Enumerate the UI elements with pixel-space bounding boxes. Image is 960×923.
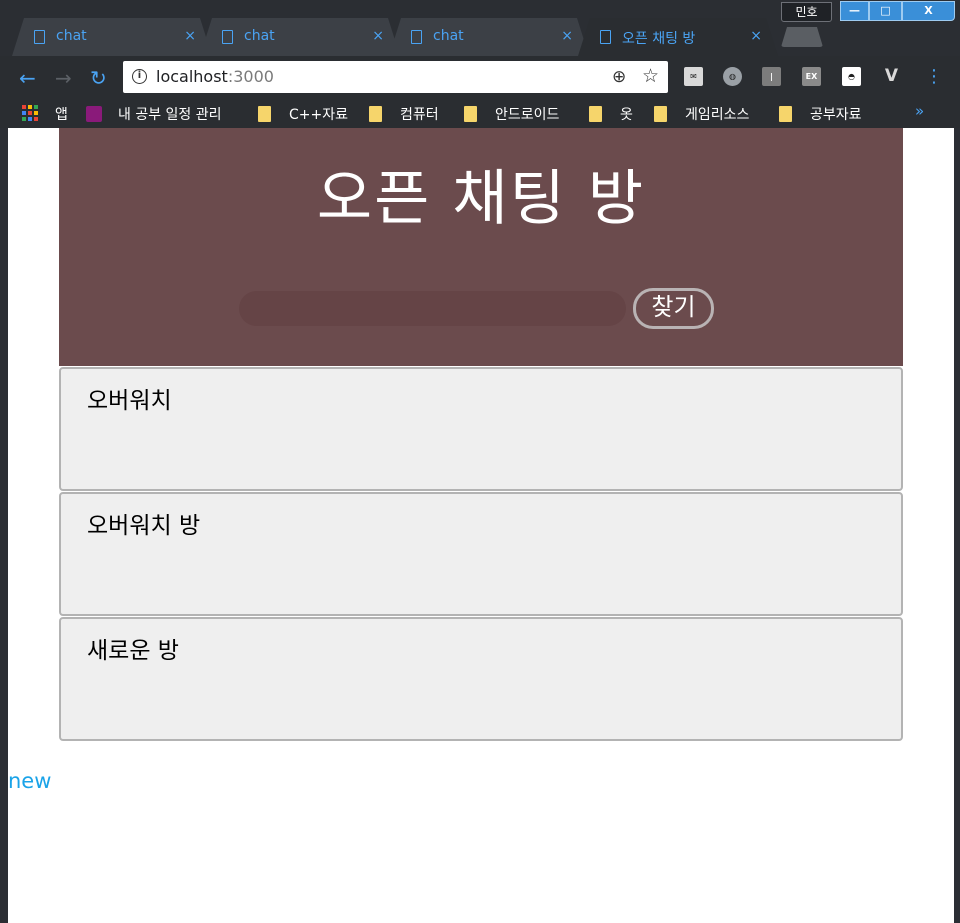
bookmark-apps[interactable]: 앱: [55, 104, 68, 123]
bookmark-folder-cpp[interactable]: C++자료: [258, 104, 348, 123]
folder-icon: [589, 106, 602, 122]
bookmark-folder-android[interactable]: 안드로이드: [464, 104, 560, 123]
browser-window: 민호 — □ X chat × chat × chat × 오픈 채팅 방 × …: [0, 0, 960, 923]
trello-icon: [86, 106, 102, 122]
room-name: 새로운 방: [87, 638, 179, 664]
bookmark-trello[interactable]: 내 공부 일정 관리: [86, 104, 222, 123]
bookmark-label: 내 공부 일정 관리: [118, 107, 222, 123]
tab-close-icon[interactable]: ×: [372, 28, 384, 44]
browser-menu-icon[interactable]: ⋮: [925, 66, 943, 87]
maximize-button[interactable]: □: [869, 1, 902, 21]
bookmark-label: 안드로이드: [495, 107, 560, 123]
mask-extension-icon[interactable]: ◓: [842, 67, 861, 86]
globe-extension-icon[interactable]: ◍: [723, 67, 742, 86]
minimize-button[interactable]: —: [840, 1, 869, 21]
tab-label: chat: [244, 28, 275, 44]
room-name: 오버워치: [87, 388, 172, 414]
apps-grid-icon[interactable]: [22, 105, 38, 121]
bookmark-label: C++자료: [289, 107, 348, 123]
reload-icon[interactable]: ↻: [90, 66, 107, 90]
bookmark-label: 공부자료: [810, 107, 862, 123]
page-title: 오픈 채팅 방: [316, 164, 646, 234]
document-icon: [600, 30, 611, 44]
tab-open-chat-room[interactable]: 오픈 채팅 방 ×: [578, 18, 778, 56]
bookmark-label: 컴퓨터: [400, 107, 439, 123]
folder-icon: [654, 106, 667, 122]
bar-extension-icon[interactable]: |: [762, 67, 781, 86]
bookmark-folder-clothes[interactable]: 옷: [589, 104, 633, 123]
url-text[interactable]: localhost:3000: [156, 67, 274, 86]
folder-icon: [258, 106, 271, 122]
header-panel: 오픈 채팅 방 찾기: [59, 128, 903, 366]
new-room-link[interactable]: new: [8, 769, 51, 793]
window-left-edge: [0, 128, 8, 923]
url-port: :3000: [227, 67, 274, 86]
document-icon: [411, 30, 422, 44]
profile-button[interactable]: 민호: [781, 2, 832, 22]
info-icon[interactable]: i: [132, 69, 147, 84]
room-name: 오버워치 방: [87, 513, 201, 539]
tab-label: chat: [56, 28, 87, 44]
url-host: localhost: [156, 67, 228, 86]
tab-close-icon[interactable]: ×: [750, 28, 762, 44]
window-right-edge: [954, 128, 960, 923]
zoom-icon[interactable]: ⊕: [612, 67, 626, 87]
close-icon: X: [924, 4, 933, 17]
more-bookmarks-icon[interactable]: »: [915, 102, 924, 120]
tab-chat-2[interactable]: chat ×: [200, 18, 400, 56]
bookmark-folder-study[interactable]: 공부자료: [779, 104, 862, 123]
browser-toolbar: ← → ↻ i localhost:3000 ⊕ ☆ ✉ ◍ | EX ◓ V …: [0, 56, 960, 98]
folder-icon: [779, 106, 792, 122]
bookmark-folder-computer[interactable]: 컴퓨터: [369, 104, 439, 123]
title-bar: 민호 — □ X chat × chat × chat × 오픈 채팅 방 ×: [0, 0, 960, 56]
folder-icon: [369, 106, 382, 122]
tab-label: 오픈 채팅 방: [622, 31, 696, 47]
tab-label: chat: [433, 28, 464, 44]
bookmark-label: 게임리소스: [685, 107, 750, 123]
close-window-button[interactable]: X: [902, 1, 955, 21]
room-search-input[interactable]: [239, 291, 626, 326]
tab-chat-1[interactable]: chat ×: [12, 18, 212, 56]
v-extension-icon[interactable]: V: [882, 67, 901, 86]
room-card[interactable]: 오버워치: [59, 367, 903, 491]
ex-extension-icon[interactable]: EX: [802, 67, 821, 86]
mail-extension-icon[interactable]: ✉: [684, 67, 703, 86]
minimize-icon: —: [849, 4, 860, 17]
tab-close-icon[interactable]: ×: [561, 28, 573, 44]
bookmarks-bar: 앱 내 공부 일정 관리 C++자료 컴퓨터 안드로이드 옷 게임리소스 공부자…: [0, 98, 960, 128]
address-bar[interactable]: i localhost:3000 ⊕ ☆: [123, 61, 668, 93]
document-icon: [222, 30, 233, 44]
page-viewport: 오픈 채팅 방 찾기 오버워치 오버워치 방 새로운 방 new: [8, 128, 954, 923]
room-card[interactable]: 오버워치 방: [59, 492, 903, 616]
forward-icon[interactable]: →: [55, 66, 72, 90]
bookmark-star-icon[interactable]: ☆: [642, 65, 659, 87]
new-tab-button[interactable]: [781, 27, 823, 47]
tab-chat-3[interactable]: chat ×: [389, 18, 589, 56]
maximize-icon: □: [880, 4, 891, 17]
bookmark-label: 옷: [620, 107, 633, 123]
tab-close-icon[interactable]: ×: [184, 28, 196, 44]
document-icon: [34, 30, 45, 44]
back-icon[interactable]: ←: [19, 66, 36, 90]
room-card[interactable]: 새로운 방: [59, 617, 903, 741]
search-button[interactable]: 찾기: [633, 288, 714, 329]
folder-icon: [464, 106, 477, 122]
bookmark-folder-game-resources[interactable]: 게임리소스: [654, 104, 750, 123]
room-list: 오버워치 오버워치 방 새로운 방: [59, 367, 903, 742]
